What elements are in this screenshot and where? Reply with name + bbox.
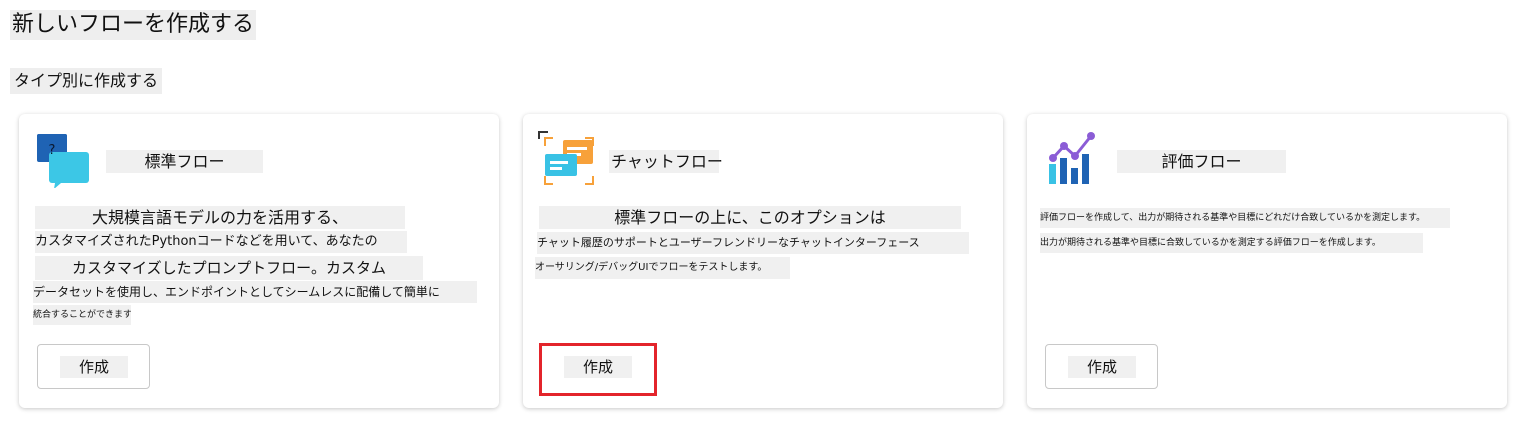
create-button-label: 作成 <box>564 356 632 378</box>
description-line: オーサリング/デバッグUIでフローをテストします。 <box>535 257 790 279</box>
description-line: チャット履歴のサポートとユーザーフレンドリーなチャットインターフェース <box>537 232 969 254</box>
chat-window-icon <box>541 132 597 188</box>
create-button[interactable]: 作成 <box>539 343 657 396</box>
evaluation-chart-icon <box>1045 132 1101 188</box>
description-line: 評価フローを作成して、出力が期待される基準や目標にどれだけ合致しているかを測定し… <box>1040 208 1450 228</box>
standard-flow-card[interactable]: ? 標準フロー 大規模言語モデルの力を活用する、 カスタマイズされたPython… <box>19 114 499 408</box>
description-line: 統合することができます。 <box>33 305 131 325</box>
svg-text:?: ? <box>49 143 56 158</box>
section-title: タイプ別に作成する <box>10 68 163 94</box>
chat-flow-card[interactable]: チャットフロー 標準フローの上に、このオプションは チャット履歴のサポートとユー… <box>523 114 1003 408</box>
description-line: データセットを使用し、エンドポイントとしてシームレスに配備して簡単に <box>33 281 477 303</box>
chat-question-icon: ? <box>37 132 93 188</box>
description-line: カスタマイズされたPythonコードなどを用いて、あなたの <box>35 231 407 253</box>
card-title: チャットフロー <box>609 150 723 173</box>
description-line: 出力が期待される基準や目標に合致しているかを測定する評価フローを作成します。 <box>1040 233 1423 253</box>
create-button[interactable]: 作成 <box>1045 344 1158 389</box>
card-title: 標準フロー <box>106 150 263 173</box>
description-line: カスタマイズしたプロンプトフロー。カスタム <box>35 256 423 280</box>
description-line: 標準フローの上に、このオプションは <box>539 206 961 229</box>
page-title: 新しいフローを作成する <box>10 10 257 40</box>
create-button-label: 作成 <box>60 356 128 378</box>
create-button-label: 作成 <box>1068 356 1136 378</box>
description-line: 大規模言語モデルの力を活用する、 <box>35 206 405 229</box>
create-button[interactable]: 作成 <box>37 344 150 389</box>
evaluation-flow-card[interactable]: 評価フロー 評価フローを作成して、出力が期待される基準や目標にどれだけ合致してい… <box>1027 114 1507 408</box>
card-title: 評価フロー <box>1117 150 1286 173</box>
